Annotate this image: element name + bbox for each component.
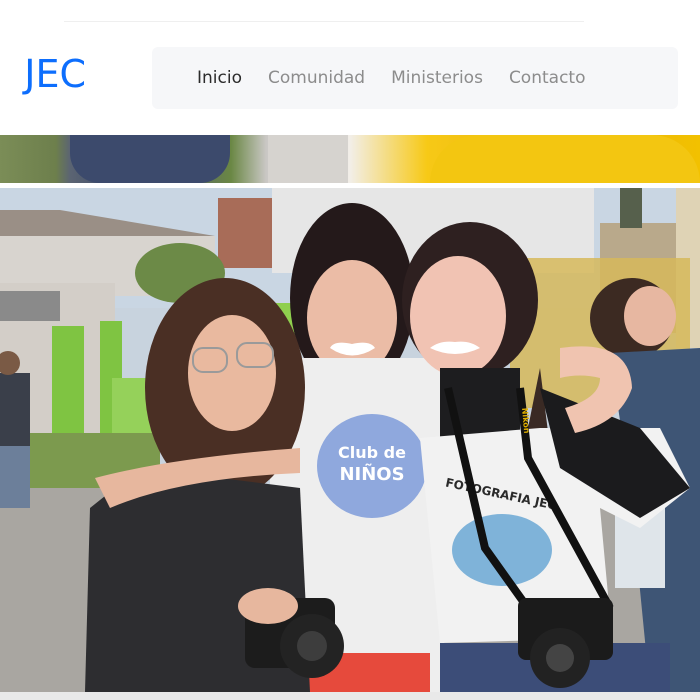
- photo-camera-left-lens-glass: [297, 631, 327, 661]
- strip-figure-yellow: [430, 135, 700, 183]
- photo-woman-left-face: [188, 315, 276, 431]
- photo-woman-right2-face: [410, 256, 506, 376]
- photo-camera-right-lens-glass: [546, 644, 574, 672]
- hero-photo: Club de NIÑOS FOTOGRAFIA JEC Nikon: [0, 188, 700, 692]
- photo-woman-right-face: [624, 286, 676, 346]
- nav-item-comunidad[interactable]: Comunidad: [268, 68, 365, 88]
- photo-person-left-jeans: [0, 446, 30, 508]
- photo-window: [0, 291, 60, 321]
- hero-photo-illustration: Club de NIÑOS FOTOGRAFIA JEC Nikon: [0, 188, 700, 692]
- nav-item-contacto[interactable]: Contacto: [509, 68, 586, 88]
- photo-woman-left-hand: [238, 588, 298, 624]
- strip-figure-light: [268, 135, 348, 183]
- photo-brick-chimney: [218, 198, 276, 268]
- next-slide-edge: [0, 692, 700, 700]
- site-logo-text[interactable]: JEC: [24, 50, 86, 98]
- photo-tree-right: [620, 188, 642, 228]
- nav-item-ministerios[interactable]: Ministerios: [391, 68, 483, 88]
- site-logo[interactable]: JEC: [0, 50, 100, 98]
- photo-club-ninos-text-2: NIÑOS: [339, 462, 404, 485]
- strip-figure-jeans: [70, 135, 230, 183]
- main-nav: Inicio Comunidad Ministerios Contacto: [152, 47, 678, 109]
- nav-item-inicio[interactable]: Inicio: [197, 68, 242, 88]
- photo-club-ninos-text-1: Club de: [338, 443, 406, 462]
- photo-green-post-left: [52, 326, 84, 438]
- previous-slide-photo-strip: [0, 135, 700, 183]
- photo-person-left-shirt: [0, 373, 30, 448]
- header-top-divider: [64, 21, 584, 22]
